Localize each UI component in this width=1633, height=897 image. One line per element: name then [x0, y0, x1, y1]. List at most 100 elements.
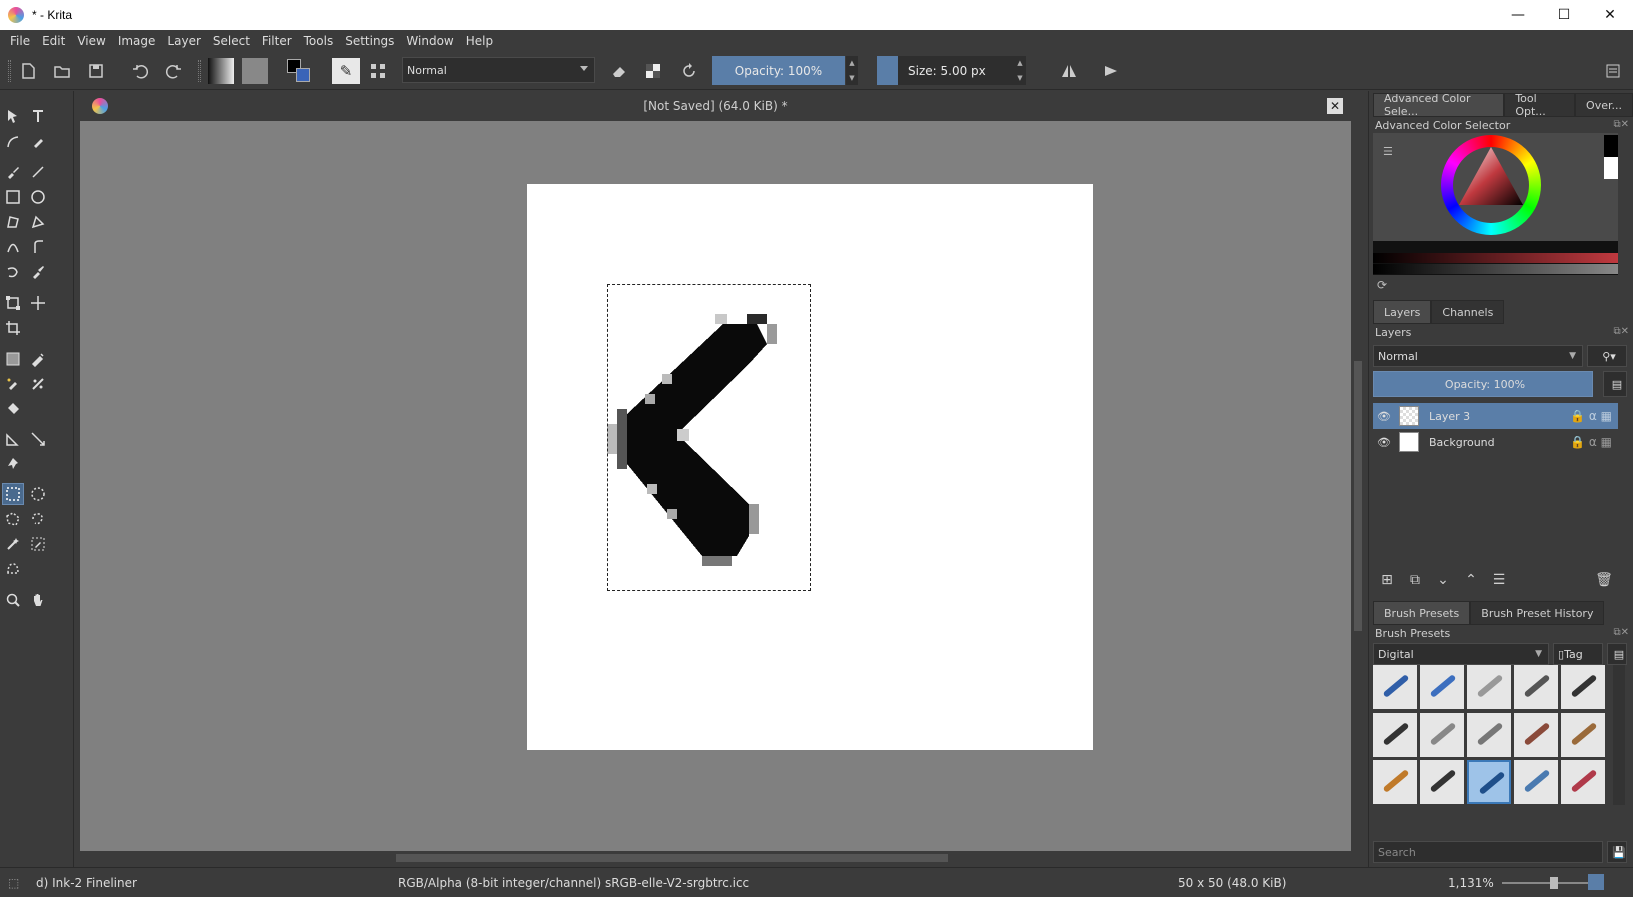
- brush-preset-item[interactable]: [1514, 665, 1558, 709]
- eraser-mode-icon[interactable]: [606, 58, 632, 84]
- toolbar-grip[interactable]: [8, 60, 11, 82]
- tab-brush-preset-history[interactable]: Brush Preset History: [1470, 601, 1605, 625]
- menu-file[interactable]: File: [4, 34, 36, 48]
- menu-help[interactable]: Help: [460, 34, 499, 48]
- bezier-selection-tool-icon[interactable]: [2, 558, 24, 580]
- brush-preset-item[interactable]: [1420, 760, 1464, 805]
- preset-view-icon[interactable]: ▤: [1607, 643, 1627, 665]
- color-settings-icon[interactable]: ☰: [1383, 145, 1393, 158]
- similar-color-selection-tool-icon[interactable]: [27, 533, 49, 555]
- contiguous-selection-tool-icon[interactable]: [2, 533, 24, 555]
- opacity-slider[interactable]: Opacity: 100%: [712, 56, 845, 85]
- multibrush-tool-icon[interactable]: [27, 261, 49, 283]
- brush-grid-icon[interactable]: [366, 58, 390, 84]
- gradient-swatch[interactable]: [208, 58, 234, 84]
- layer-blend-select[interactable]: Normal ▼: [1373, 345, 1583, 367]
- tab-brush-presets[interactable]: Brush Presets: [1373, 601, 1471, 625]
- float-dock-icon[interactable]: ⧉✕: [1613, 326, 1629, 337]
- zoom-slider[interactable]: [1502, 877, 1592, 889]
- gradient-tool-icon[interactable]: [2, 348, 24, 370]
- delete-layer-icon[interactable]: 🗑: [1590, 568, 1618, 592]
- preset-scrollbar[interactable]: [1613, 665, 1625, 805]
- brush-preset-item[interactable]: [1561, 712, 1605, 757]
- transform-tool-icon[interactable]: [2, 292, 24, 314]
- brush-preset-item[interactable]: [1467, 665, 1511, 709]
- tag-button[interactable]: ▯ Tag: [1553, 643, 1603, 665]
- freehand-brush-tool-icon[interactable]: [2, 161, 24, 183]
- calligraphy-tool-icon[interactable]: [27, 131, 49, 153]
- crop-tool-icon[interactable]: [2, 317, 24, 339]
- rectangular-selection-tool-icon[interactable]: [2, 483, 24, 505]
- selection-marquee[interactable]: [607, 284, 811, 591]
- brush-preset-item[interactable]: [1514, 712, 1558, 757]
- fill-tool-icon[interactable]: [2, 398, 24, 420]
- tab-tool-options[interactable]: Tool Opt...: [1504, 92, 1576, 118]
- mirror-horizontal-icon[interactable]: [1052, 58, 1086, 84]
- freehand-selection-tool-icon[interactable]: [27, 508, 49, 530]
- bezier-tool-icon[interactable]: [2, 236, 24, 258]
- redo-icon[interactable]: [162, 58, 186, 84]
- move-layer-up-icon[interactable]: ⌃: [1457, 568, 1485, 592]
- color-selector-area[interactable]: ☰: [1373, 133, 1618, 241]
- brush-preset-item[interactable]: [1467, 712, 1511, 757]
- dynamic-brush-tool-icon[interactable]: [2, 261, 24, 283]
- opacity-spinner[interactable]: ▲ ▼: [846, 56, 858, 85]
- document-tab[interactable]: [Not Saved] (64.0 KiB) * ✕: [80, 91, 1351, 121]
- measure-tool-icon[interactable]: [27, 428, 49, 450]
- menu-settings[interactable]: Settings: [339, 34, 400, 48]
- mirror-vertical-icon[interactable]: [1094, 58, 1128, 84]
- layer-filter-icon[interactable]: ⚲▾: [1587, 345, 1627, 367]
- layer-properties-icon[interactable]: ▤: [1603, 371, 1627, 397]
- brush-preset-item-selected[interactable]: [1467, 760, 1511, 805]
- menu-window[interactable]: Window: [400, 34, 459, 48]
- menu-image[interactable]: Image: [112, 34, 162, 48]
- close-document-icon[interactable]: ✕: [1327, 98, 1343, 114]
- freehand-path-tool-icon[interactable]: [27, 236, 49, 258]
- brush-preset-item[interactable]: [1420, 665, 1464, 709]
- pan-tool-icon[interactable]: [27, 589, 49, 611]
- preset-search-input[interactable]: Search: [1373, 841, 1603, 863]
- move-tool-icon[interactable]: [27, 292, 49, 314]
- rotate-canvas-icon[interactable]: [1588, 874, 1604, 890]
- smart-patch-tool-icon[interactable]: [27, 373, 49, 395]
- brush-filter-select[interactable]: Digital ▼: [1373, 643, 1549, 665]
- menu-view[interactable]: View: [71, 34, 111, 48]
- text-tool-icon[interactable]: [27, 105, 49, 127]
- undo-icon[interactable]: [128, 58, 152, 84]
- line-tool-icon[interactable]: [27, 161, 49, 183]
- menu-select[interactable]: Select: [207, 34, 256, 48]
- polyline-tool-icon[interactable]: [27, 211, 49, 233]
- horizontal-scrollbar[interactable]: [80, 851, 1351, 865]
- layer-lock-icons[interactable]: 🔒 α ▦: [1570, 435, 1612, 449]
- blend-mode-select[interactable]: Normal: [402, 57, 595, 83]
- layer-opacity-slider[interactable]: Opacity: 100%: [1373, 371, 1593, 397]
- duplicate-layer-icon[interactable]: ⧉: [1401, 568, 1429, 592]
- reference-images-tool-icon[interactable]: [2, 453, 24, 475]
- tab-advanced-color-selector[interactable]: Advanced Color Sele...: [1373, 92, 1505, 118]
- float-dock-icon[interactable]: ⧉✕: [1613, 627, 1629, 638]
- saturation-triangle[interactable]: [1455, 145, 1527, 217]
- brush-preset-item[interactable]: [1561, 760, 1605, 805]
- color-slider-bars[interactable]: [1373, 241, 1618, 275]
- minimize-button[interactable]: —: [1495, 0, 1541, 30]
- menu-tools[interactable]: Tools: [298, 34, 340, 48]
- reload-preset-icon[interactable]: [676, 58, 702, 84]
- toolbar-menu-icon[interactable]: [1600, 58, 1626, 84]
- save-icon[interactable]: [84, 58, 108, 84]
- new-document-icon[interactable]: [16, 58, 40, 84]
- add-layer-icon[interactable]: ⊞: [1373, 568, 1401, 592]
- polygonal-selection-tool-icon[interactable]: [2, 508, 24, 530]
- layer-settings-icon[interactable]: ☰: [1485, 568, 1513, 592]
- close-button[interactable]: ✕: [1587, 0, 1633, 30]
- layer-row[interactable]: 👁 Layer 3 🔒 α ▦: [1373, 403, 1618, 429]
- edit-shapes-tool-icon[interactable]: [2, 131, 24, 153]
- size-slider[interactable]: Size: 5.00 px: [877, 56, 1017, 85]
- tab-overview[interactable]: Over...: [1575, 93, 1633, 117]
- visibility-eye-icon[interactable]: 👁: [1373, 436, 1395, 449]
- toolbar-grip[interactable]: [198, 60, 201, 82]
- layer-row[interactable]: 👁 Background 🔒 α ▦: [1373, 429, 1618, 455]
- pattern-swatch[interactable]: [242, 58, 268, 84]
- brush-preset-item[interactable]: [1373, 760, 1417, 805]
- fg-bg-color-icon[interactable]: [286, 58, 312, 84]
- canvas-viewport[interactable]: [80, 121, 1351, 851]
